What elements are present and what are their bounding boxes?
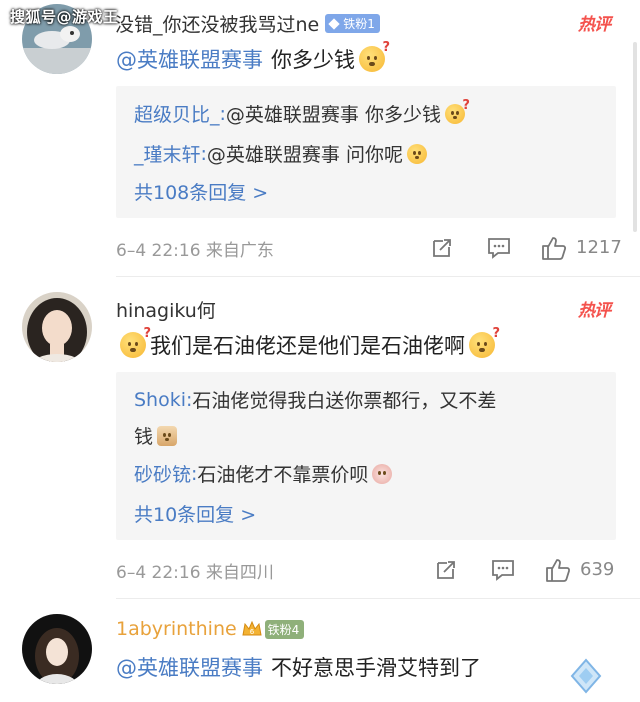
like-icon[interactable] [544,556,572,584]
reply-item[interactable]: 超级贝比_: @英雄联盟赛事 你多少钱 ? [134,98,470,127]
comment-text: @英雄联盟赛事 你多少钱 ? [116,40,390,74]
sparkle-diamond-icon [570,658,602,694]
thinking-emoji-icon: ? [444,98,470,124]
reply-item-continued: 钱 [134,422,181,449]
mention-link[interactable]: @英雄联盟赛事 [116,652,263,682]
divider [116,276,640,277]
smile-emoji-icon [406,143,427,164]
reply-text-continued: 钱 [134,426,154,448]
share-icon[interactable] [430,236,454,260]
reply-text: 石油佬才不靠票价呗 [197,464,369,486]
fan-badge: 铁粉4 [264,619,305,639]
comment-meta: 6–4 22:16 来自广东 [116,241,274,261]
reply-item[interactable]: _瑾末轩: @英雄联盟赛事 问你呢 [134,140,431,167]
mention-link[interactable]: @英雄联盟赛事 [116,44,263,74]
reply-text: 石油佬觉得我白送你票都行，又不差 [192,390,497,412]
reply-username[interactable]: 砂砂铳 [134,460,191,487]
crown-icon: 6 [242,620,262,636]
comment-icon[interactable] [486,236,512,260]
like-icon[interactable] [540,234,568,262]
comment-text: ? 我们是石油佬还是他们是石油佬啊 ? [116,326,500,360]
comment-body: 你多少钱 [271,48,355,72]
reply-text: @英雄联盟赛事 问你呢 [206,144,403,166]
cat-emoji-icon [157,425,178,446]
hot-label: 热评 [578,15,611,35]
reply-username[interactable]: 超级贝比_ [134,100,220,127]
reply-text: @英雄联盟赛事 你多少钱 [225,104,441,126]
thinking-emoji-icon: ? [359,40,390,72]
comment-body: 我们是石油佬还是他们是石油佬啊 [150,334,465,358]
svg-text:6: 6 [249,628,254,636]
reply-box[interactable]: 超级贝比_: @英雄联盟赛事 你多少钱 ? _瑾末轩: @英雄联盟赛事 问你呢 … [116,86,616,218]
watermark: 搜狐号@游戏王 [10,8,119,26]
divider [116,598,640,599]
reply-item[interactable]: Shoki: 石油佬觉得我白送你票都行，又不差 [134,386,496,413]
like-count: 639 [580,559,615,580]
diamond-icon [328,17,340,30]
username[interactable]: hinagiku何 [116,296,216,323]
comment-text: @英雄联盟赛事 不好意思手滑艾特到了 [116,652,481,682]
reply-username[interactable]: _瑾末轩 [134,140,201,167]
hot-label: 热评 [578,301,611,321]
share-icon[interactable] [434,558,458,582]
comment-meta: 6–4 22:16 来自四川 [116,563,274,583]
fan-badge-label: 铁粉1 [343,17,375,31]
thinking-emoji-icon: ? [469,326,500,358]
avatar[interactable] [22,292,92,362]
avatar[interactable] [22,614,92,684]
username[interactable]: 1abyrinthine 6 铁粉4 [116,618,305,640]
fan-badge: 铁粉1 [325,14,380,33]
username-text[interactable]: hinagiku何 [116,296,216,323]
like-count: 1217 [576,237,622,258]
view-all-replies-link[interactable]: 共10条回复 > [134,500,256,527]
thinking-emoji-icon: ? [120,326,151,358]
fan-badge-label: 铁粉4 [267,622,300,637]
shell-emoji-icon [372,463,393,484]
comment-icon[interactable] [490,558,516,582]
reply-box[interactable]: Shoki: 石油佬觉得我白送你票都行，又不差 钱 砂砂铳: 石油佬才不靠票价呗… [116,372,616,540]
reply-username[interactable]: Shoki [134,389,186,411]
scrollbar[interactable] [633,42,637,232]
username-text[interactable]: 1abyrinthine [116,618,237,640]
reply-item[interactable]: 砂砂铳: 石油佬才不靠票价呗 [134,460,396,487]
view-all-replies-link[interactable]: 共108条回复 > [134,178,268,205]
comment-body: 不好意思手滑艾特到了 [271,656,481,680]
username-text[interactable]: 没错_你还没被我骂过ne [115,10,319,37]
username[interactable]: 没错_你还没被我骂过ne 铁粉1 [115,10,380,37]
